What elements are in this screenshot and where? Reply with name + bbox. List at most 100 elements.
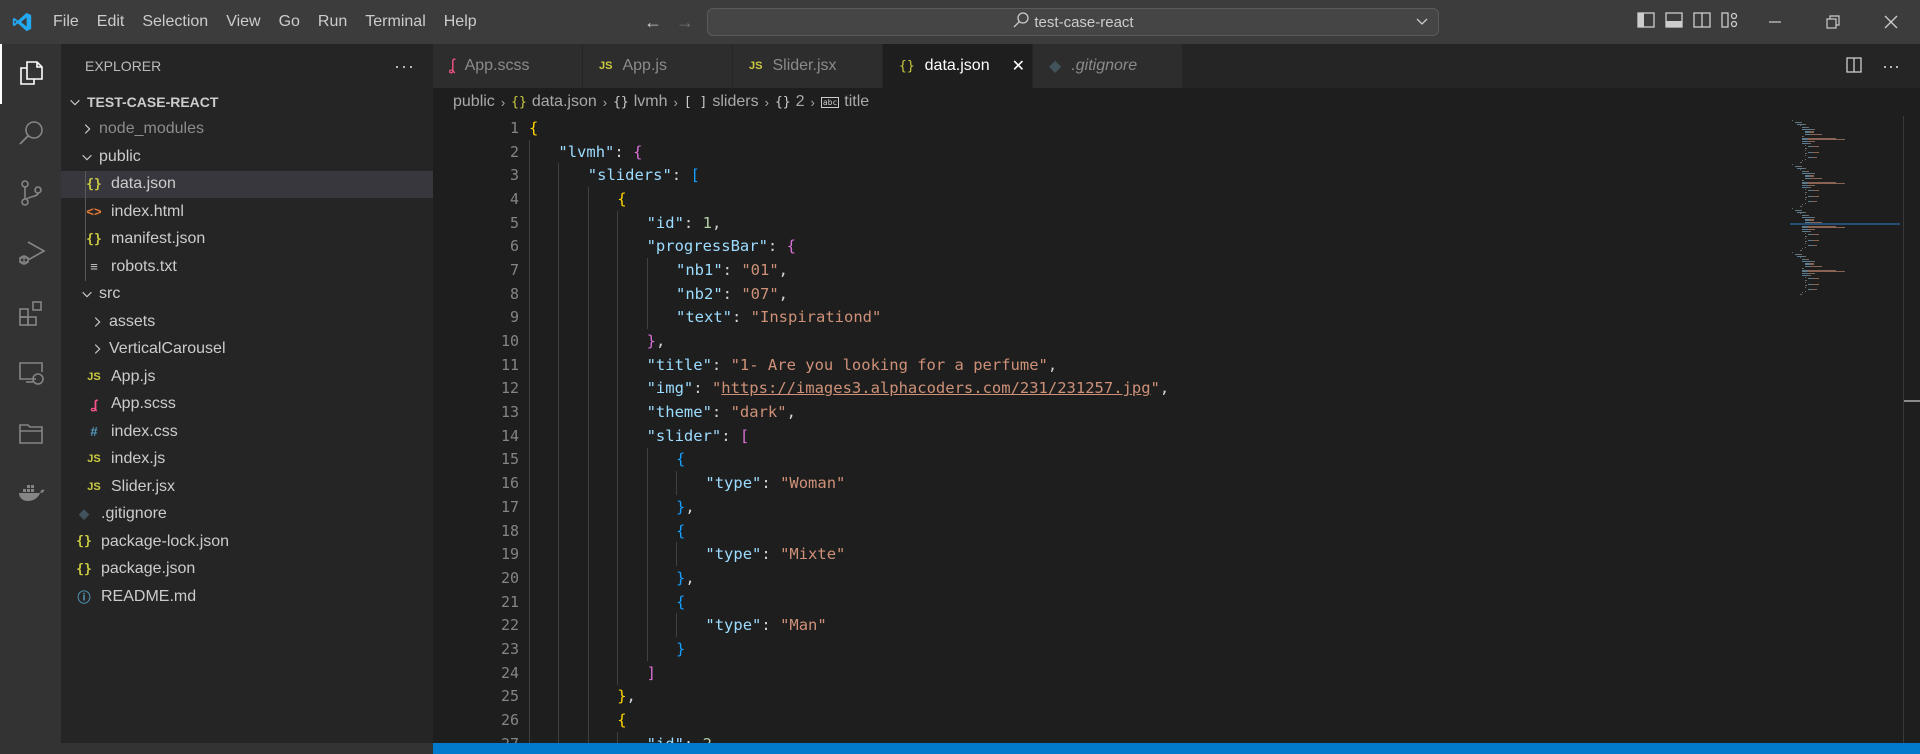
breadcrumb-item[interactable]: {} lvmh xyxy=(613,93,667,111)
forward-arrow-icon[interactable]: → xyxy=(676,12,694,33)
tree-folder[interactable]: node_modules xyxy=(61,116,433,144)
chevron-down-icon[interactable] xyxy=(1414,13,1430,33)
breadcrumb-item[interactable]: {} 2 xyxy=(775,93,805,111)
code-token: , xyxy=(685,497,695,516)
tree-file[interactable]: JS index.js xyxy=(61,446,433,474)
indent-guide xyxy=(587,210,589,235)
code-token: { xyxy=(676,592,686,611)
code-editor[interactable]: 1{2 "lvmh": {3 "sliders": [4{5 "id": 1, 6 "pr… xyxy=(433,116,1920,743)
back-arrow-icon[interactable]: ← xyxy=(644,12,662,33)
indent-guide xyxy=(558,258,560,282)
tab-data-json[interactable]: {} data.json ✕ xyxy=(883,44,1033,88)
code-line: 5 "id": 1, xyxy=(433,210,1920,235)
tree-file[interactable]: {} package.json xyxy=(61,556,433,584)
line-number: 27 xyxy=(433,735,519,743)
breadcrumb-item[interactable]: [ ] sliders xyxy=(684,93,759,111)
breadcrumb-item[interactable]: public xyxy=(453,93,495,111)
code-content: "text": "Inspirationd" xyxy=(676,308,881,326)
code-content: { xyxy=(617,190,626,208)
tree-folder[interactable]: VerticalCarousel xyxy=(61,336,433,364)
tree-file[interactable]: {} data.json xyxy=(61,170,433,198)
activity-remote-explorer[interactable] xyxy=(0,344,61,404)
indent-guide xyxy=(617,447,619,472)
indent-guide xyxy=(529,542,530,567)
indent-guide xyxy=(529,400,530,424)
indent-guide xyxy=(558,305,560,330)
indent-guide xyxy=(617,423,619,448)
indent-guide xyxy=(558,566,560,590)
activity-extensions[interactable] xyxy=(0,284,61,344)
activity-docker[interactable] xyxy=(0,464,61,524)
activity-source-control[interactable] xyxy=(0,164,61,224)
tree-file[interactable]: {} package-lock.json xyxy=(61,528,433,556)
tree-folder[interactable]: src xyxy=(61,281,433,309)
activity-run-debug[interactable] xyxy=(0,224,61,284)
minimap[interactable] xyxy=(1790,116,1900,743)
indent-guide xyxy=(617,518,619,543)
menu-terminal[interactable]: Terminal xyxy=(356,0,434,44)
tree-folder[interactable]: assets xyxy=(61,308,433,336)
vertical-scrollbar[interactable] xyxy=(1903,116,1904,743)
breadcrumb-item[interactable]: {} data.json xyxy=(511,93,597,111)
indent-guide xyxy=(529,660,530,685)
customize-layout-icon[interactable] xyxy=(1720,10,1740,33)
menu-help[interactable]: Help xyxy=(435,0,486,44)
breadcrumb-item[interactable]: abc title xyxy=(820,93,869,111)
split-editor-icon[interactable] xyxy=(1844,55,1864,78)
command-center-search[interactable]: test-case-react xyxy=(707,8,1439,36)
code-token: : xyxy=(761,545,781,564)
tree-file[interactable]: {} manifest.json xyxy=(61,226,433,254)
tree-folder[interactable]: public xyxy=(61,143,433,171)
code-token: { xyxy=(786,237,796,256)
tree-file[interactable]: ʆ App.scss xyxy=(61,391,433,419)
indent-guide xyxy=(558,613,560,638)
tab-app-js[interactable]: JS App.js xyxy=(583,44,733,88)
menu-file[interactable]: File xyxy=(44,0,88,44)
minimap-line xyxy=(1805,243,1806,244)
line-number: 19 xyxy=(500,545,519,564)
tree-file[interactable]: JS App.js xyxy=(61,363,433,391)
tab-slider-jsx[interactable]: JS Slider.jsx xyxy=(733,44,883,88)
close-icon[interactable]: ✕ xyxy=(1012,56,1025,76)
close-window-button[interactable] xyxy=(1862,0,1920,44)
activity-project-manager[interactable] xyxy=(0,404,61,464)
menu-run[interactable]: Run xyxy=(309,0,356,44)
javascript-file-icon: JS xyxy=(749,60,763,72)
chevron-right-icon: › xyxy=(764,94,769,110)
code-token: , xyxy=(778,284,789,303)
code-token: : xyxy=(721,426,740,445)
more-actions-icon[interactable]: ··· xyxy=(1882,56,1900,77)
minimap-line xyxy=(1805,255,1807,257)
code-token: : xyxy=(614,142,634,161)
minimize-button[interactable] xyxy=(1746,0,1804,44)
tree-file[interactable]: JS Slider.jsx xyxy=(61,473,433,501)
code-token: "id" xyxy=(646,213,684,232)
tree-file[interactable]: ≡ robots.txt xyxy=(61,253,433,281)
tree-file[interactable]: <> index.html xyxy=(61,198,433,226)
more-actions-icon[interactable]: ··· xyxy=(394,56,415,77)
menu-view[interactable]: View xyxy=(217,0,269,44)
file-icon-slot: ʆ xyxy=(85,397,103,412)
code-token: { xyxy=(633,142,643,161)
code-token: "title" xyxy=(646,355,712,374)
menu-go[interactable]: Go xyxy=(270,0,309,44)
activity-explorer[interactable] xyxy=(0,44,61,104)
tab-app-scss[interactable]: ʆ App.scss xyxy=(433,44,583,88)
code-line: 21 { xyxy=(433,589,1920,614)
tree-file[interactable]: # index.css xyxy=(61,418,433,446)
toggle-secondary-sidebar-icon[interactable] xyxy=(1692,10,1712,33)
toggle-primary-sidebar-icon[interactable] xyxy=(1636,10,1656,33)
tree-file[interactable]: ⓘ README.md xyxy=(61,583,433,611)
code-token[interactable]: https://images3.alphacoders.com/231/2312… xyxy=(721,379,1150,397)
menu-edit[interactable]: Edit xyxy=(88,0,134,44)
toggle-panel-icon[interactable] xyxy=(1664,10,1684,33)
minimap-line xyxy=(1813,195,1819,197)
scrollbar-thumb[interactable] xyxy=(1904,400,1920,402)
workspace-root[interactable]: TEST-CASE-REACT xyxy=(61,88,433,116)
tab-gitignore[interactable]: ◆ .gitignore xyxy=(1033,44,1183,88)
code-content: }, xyxy=(676,569,695,587)
restore-button[interactable] xyxy=(1804,0,1862,44)
activity-search[interactable] xyxy=(0,104,61,164)
menu-selection[interactable]: Selection xyxy=(133,0,217,44)
tree-file[interactable]: ◆ .gitignore xyxy=(61,501,433,529)
